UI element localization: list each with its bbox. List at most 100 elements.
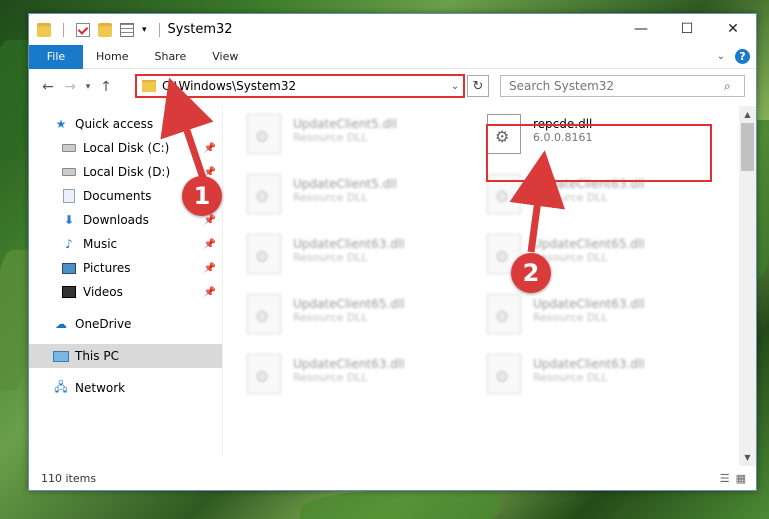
dll-file-icon bbox=[487, 294, 521, 334]
file-name: UpdateClient63.dll bbox=[293, 357, 405, 371]
sidebar-item-pictures[interactable]: Pictures 📌 bbox=[29, 256, 222, 280]
window-title: System32 bbox=[167, 22, 233, 37]
tab-file[interactable]: File bbox=[29, 44, 83, 69]
dll-file-icon bbox=[247, 114, 281, 154]
pictures-icon bbox=[61, 261, 77, 275]
explorer-window: ▾ System32 — ☐ ✕ File Home Share View ⌄ … bbox=[28, 13, 757, 491]
file-item[interactable]: UpdateClient5.dllResource DLL bbox=[247, 174, 477, 230]
star-icon: ★ bbox=[55, 117, 67, 131]
help-icon[interactable]: ? bbox=[735, 49, 750, 64]
videos-icon bbox=[61, 285, 77, 299]
dll-file-icon bbox=[487, 354, 521, 394]
sidebar-item-local-disk-c[interactable]: Local Disk (C:) 📌 bbox=[29, 136, 222, 160]
sidebar-item-videos[interactable]: Videos 📌 bbox=[29, 280, 222, 304]
file-type: Resource DLL bbox=[533, 191, 608, 204]
step-badge-1: 1 bbox=[182, 176, 222, 216]
file-item[interactable]: UpdateClient63.dllResource DLL bbox=[487, 294, 717, 350]
address-dropdown-icon[interactable]: ⌄ bbox=[447, 81, 463, 92]
sidebar-item-label: Documents bbox=[83, 189, 152, 203]
refresh-button[interactable]: ↻ bbox=[467, 75, 489, 97]
file-name: UpdateClient65.dll bbox=[533, 237, 645, 251]
file-item[interactable]: UpdateClient63.dllResource DLL bbox=[247, 354, 477, 410]
up-button[interactable]: ↑ bbox=[95, 79, 117, 95]
chevron-down-icon[interactable]: ▾ bbox=[142, 25, 147, 35]
sidebar-item-label: Pictures bbox=[83, 261, 131, 275]
pin-icon[interactable]: 📌 bbox=[204, 143, 216, 154]
sidebar-item-network[interactable]: 🖧 Network bbox=[29, 376, 222, 400]
new-folder-icon[interactable] bbox=[98, 22, 112, 37]
file-item[interactable]: UpdateClient63.dllResource DLL bbox=[487, 174, 717, 230]
tab-share[interactable]: Share bbox=[141, 50, 199, 63]
file-name: UpdateClient63.dll bbox=[293, 237, 405, 251]
computer-icon bbox=[53, 349, 69, 363]
file-item[interactable]: UpdateClient63.dllResource DLL bbox=[487, 354, 717, 410]
network-icon: 🖧 bbox=[54, 379, 68, 394]
scroll-up-icon[interactable]: ▲ bbox=[739, 106, 756, 123]
sidebar-item-label: Local Disk (D:) bbox=[83, 165, 171, 179]
sidebar-item-label: Music bbox=[83, 237, 118, 251]
sidebar-item-label: Local Disk (C:) bbox=[83, 141, 170, 155]
navigation-bar: ← → ▾ ↑ C:\Windows\System32 ⌄ ↻ ⌕ bbox=[29, 69, 756, 105]
file-item[interactable]: UpdateClient63.dllResource DLL bbox=[247, 234, 477, 290]
file-item[interactable]: UpdateClient5.dllResource DLL bbox=[247, 114, 477, 170]
file-type: Resource DLL bbox=[293, 371, 368, 384]
file-type: Resource DLL bbox=[293, 251, 368, 264]
pin-icon[interactable]: 📌 bbox=[204, 239, 216, 250]
forward-button[interactable]: → bbox=[59, 79, 81, 95]
dll-file-icon bbox=[247, 354, 281, 394]
file-type: Resource DLL bbox=[293, 191, 368, 204]
close-button[interactable]: ✕ bbox=[710, 14, 756, 44]
dll-file-icon bbox=[247, 234, 281, 274]
search-icon[interactable]: ⌕ bbox=[724, 79, 744, 94]
address-bar[interactable]: C:\Windows\System32 ⌄ bbox=[135, 74, 465, 98]
file-type: Resource DLL bbox=[533, 251, 608, 264]
sidebar-item-label: Downloads bbox=[83, 213, 149, 227]
pin-icon[interactable]: 📌 bbox=[204, 263, 216, 274]
divider bbox=[158, 22, 160, 37]
expand-ribbon-icon[interactable]: ⌄ bbox=[717, 51, 725, 62]
tab-view[interactable]: View bbox=[199, 50, 251, 63]
recent-locations-icon[interactable]: ▾ bbox=[81, 82, 95, 92]
folder-icon bbox=[142, 80, 156, 92]
file-name: UpdateClient5.dll bbox=[293, 177, 397, 191]
tab-home[interactable]: Home bbox=[83, 50, 141, 63]
sidebar-item-quick-access[interactable]: ★ Quick access bbox=[29, 112, 222, 136]
window-controls: — ☐ ✕ bbox=[618, 14, 756, 44]
file-name: UpdateClient65.dll bbox=[293, 297, 405, 311]
properties-check-icon[interactable] bbox=[76, 22, 90, 37]
back-button[interactable]: ← bbox=[37, 79, 59, 95]
pin-icon[interactable]: 📌 bbox=[204, 287, 216, 298]
cloud-icon: ☁ bbox=[55, 317, 67, 331]
download-icon: ⬇ bbox=[63, 213, 75, 227]
file-name: UpdateClient5.dll bbox=[293, 117, 397, 131]
vertical-scrollbar[interactable]: ▲ ▼ bbox=[739, 106, 756, 466]
minimize-button[interactable]: — bbox=[618, 14, 664, 44]
file-type: Resource DLL bbox=[533, 371, 608, 384]
file-highlight-box bbox=[486, 124, 712, 182]
file-item[interactable]: UpdateClient65.dllResource DLL bbox=[247, 294, 477, 350]
item-count: 110 items bbox=[41, 471, 97, 485]
sidebar-item-music[interactable]: ♪ Music 📌 bbox=[29, 232, 222, 256]
documents-icon bbox=[61, 189, 77, 203]
view-toggles: ☰ ▦ bbox=[720, 472, 746, 485]
search-input[interactable] bbox=[509, 79, 724, 93]
maximize-button[interactable]: ☐ bbox=[664, 14, 710, 44]
address-path[interactable]: C:\Windows\System32 bbox=[162, 79, 447, 93]
sidebar-item-label: OneDrive bbox=[75, 317, 132, 331]
drive-icon bbox=[61, 141, 77, 155]
search-box[interactable]: ⌕ bbox=[500, 75, 745, 97]
title-bar: ▾ System32 — ☐ ✕ bbox=[29, 14, 756, 45]
scroll-down-icon[interactable]: ▼ bbox=[739, 449, 756, 466]
pin-icon[interactable]: 📌 bbox=[204, 215, 216, 226]
sidebar-item-onedrive[interactable]: ☁ OneDrive bbox=[29, 312, 222, 336]
large-icons-view-icon[interactable]: ▦ bbox=[736, 472, 746, 485]
folder-icon[interactable] bbox=[37, 22, 51, 37]
navigation-pane: ★ Quick access Local Disk (C:) 📌 Local D… bbox=[29, 106, 222, 456]
details-view-icon[interactable]: ☰ bbox=[720, 472, 730, 485]
dll-file-icon bbox=[247, 174, 281, 214]
status-bar: 110 items ☰ ▦ bbox=[29, 466, 756, 490]
sidebar-item-this-pc[interactable]: This PC bbox=[29, 344, 222, 368]
step-badge-2: 2 bbox=[511, 253, 551, 293]
customize-toolbar-icon[interactable] bbox=[120, 22, 134, 37]
scroll-thumb[interactable] bbox=[741, 123, 754, 171]
